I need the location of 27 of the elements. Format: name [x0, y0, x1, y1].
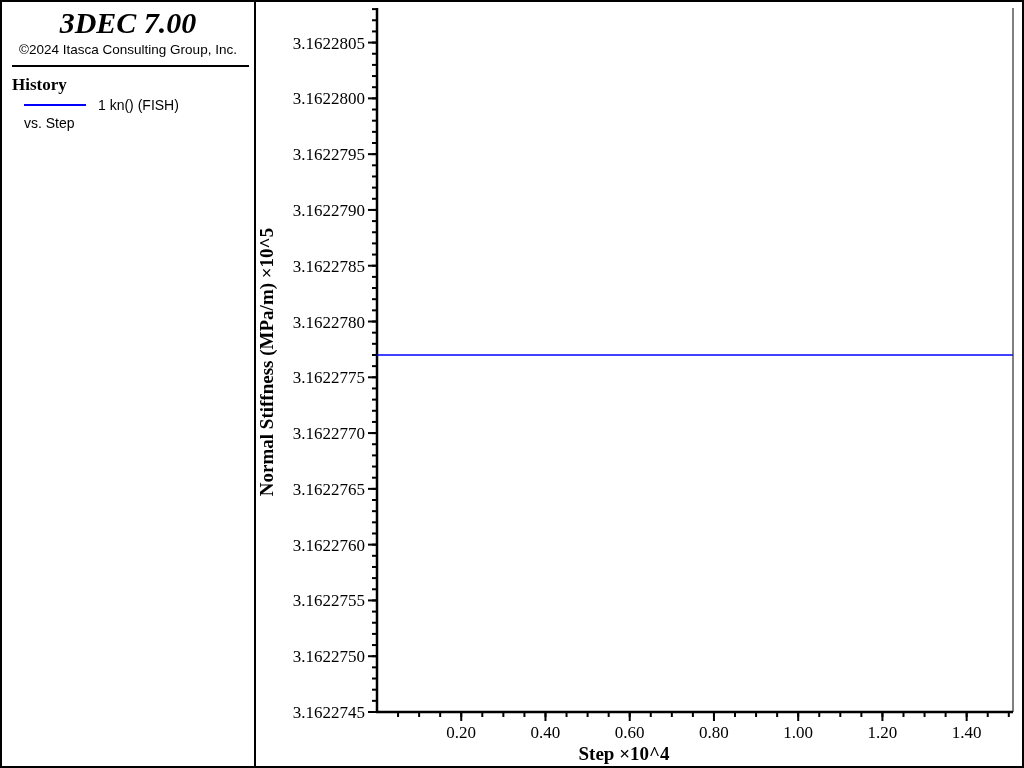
y-tick-label: 3.1622770 [292, 424, 365, 444]
y-tick-label: 3.1622750 [292, 647, 365, 667]
legend-heading: History [12, 75, 67, 95]
x-tick-label: 1.00 [783, 723, 814, 742]
y-axis-title: Normal Stiffness (MPa/m) ×10^5 [256, 227, 277, 497]
y-tick-label: 3.1622780 [292, 312, 365, 332]
y-tick-label: 3.1622760 [292, 535, 365, 555]
y-tick-label: 3.1622795 [292, 145, 365, 165]
x-tick-label: 0.60 [614, 723, 645, 742]
y-tick-label: 3.1622775 [292, 368, 365, 388]
x-tick-label: 0.80 [699, 723, 729, 742]
y-tick-label: 3.1622765 [292, 479, 365, 499]
copyright-text: ©2024 Itasca Consulting Group, Inc. [19, 42, 237, 57]
x-axis-title: Step ×10^4 [578, 743, 670, 764]
x-tick-label: 0.40 [530, 723, 561, 742]
y-tick-label: 3.1622785 [292, 256, 365, 276]
x-tick-label: 1.40 [951, 723, 982, 742]
y-tick-label: 3.1622745 [292, 703, 365, 722]
y-tick-label: 3.1622805 [292, 33, 365, 53]
y-tick-label: 3.1622800 [292, 89, 365, 109]
legend-footnote: vs. Step [24, 115, 75, 131]
y-tick-label: 3.1622755 [292, 591, 365, 611]
x-tick-label: 1.20 [867, 723, 898, 742]
x-tick-label: 0.20 [446, 723, 477, 742]
product-title: 3DEC 7.00 [59, 6, 197, 40]
legend-label: 1 kn() (FISH) [98, 97, 179, 113]
y-tick-label: 3.1622790 [292, 200, 365, 220]
